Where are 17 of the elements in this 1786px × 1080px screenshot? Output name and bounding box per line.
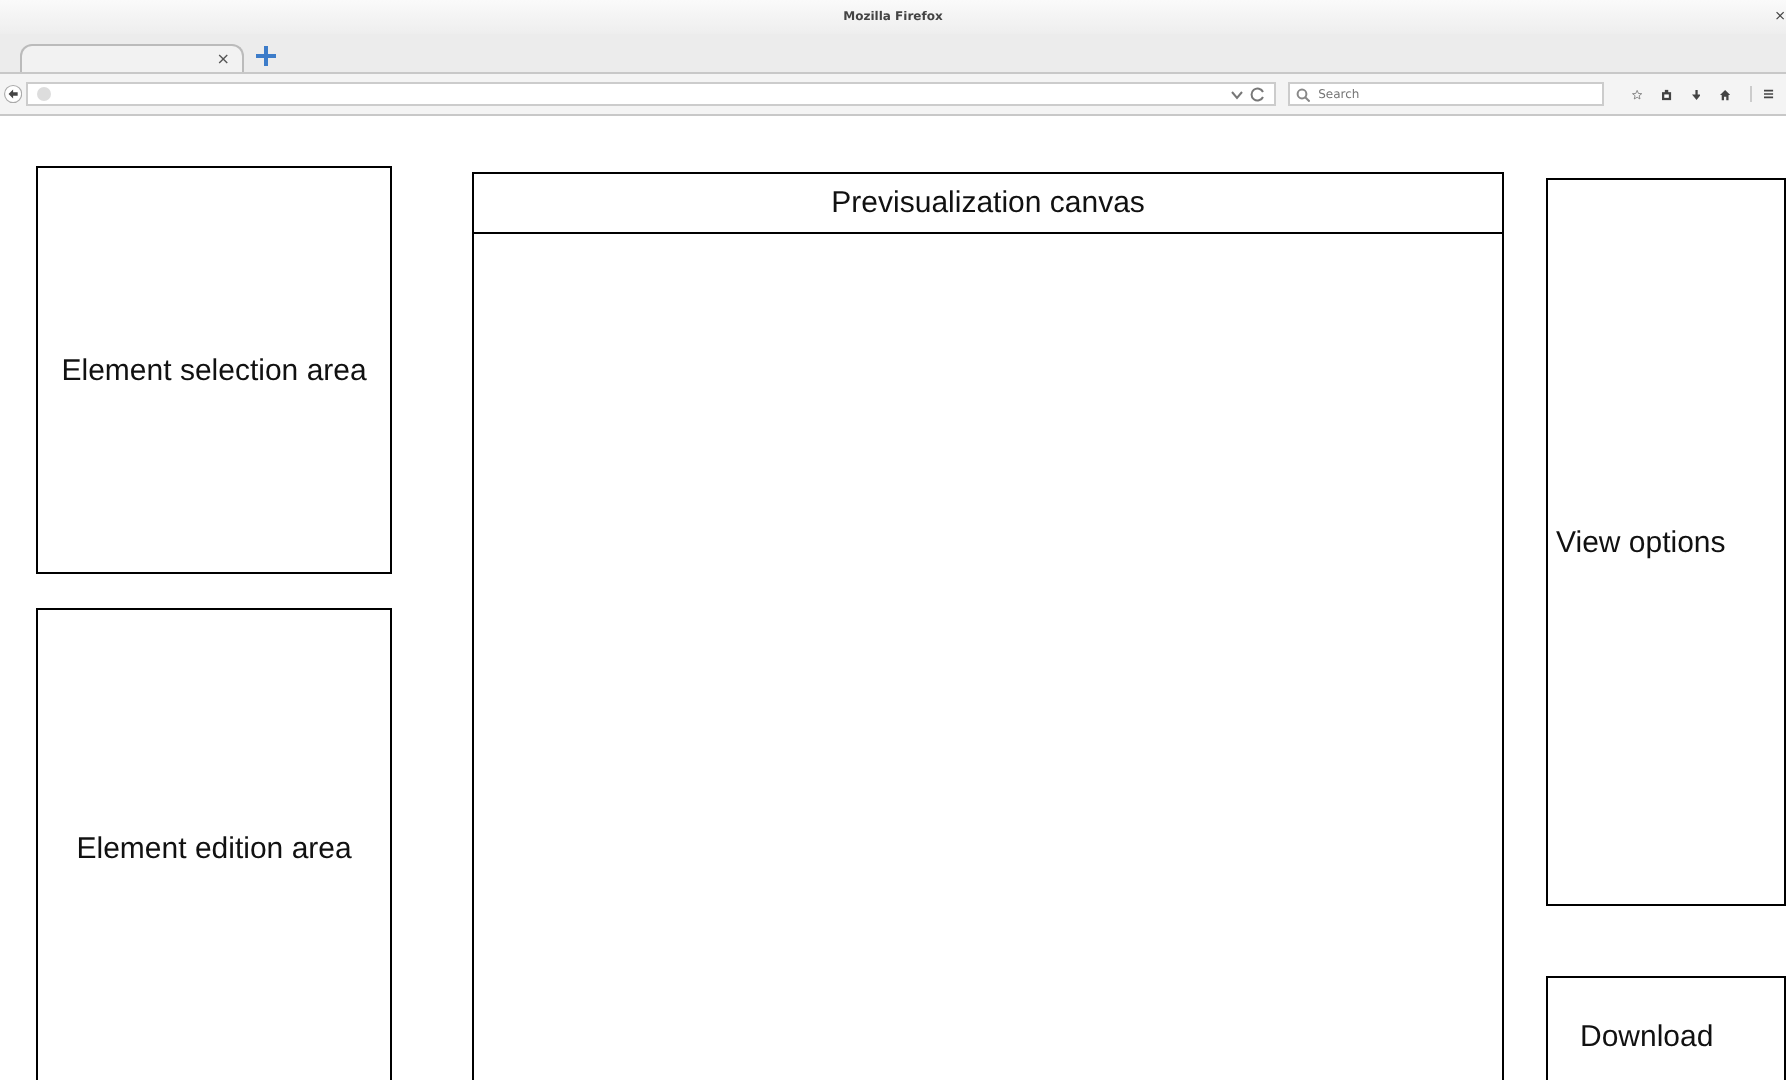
- new-tab-icon[interactable]: [256, 46, 276, 66]
- menu-icon[interactable]: [1750, 86, 1774, 102]
- tab-close-button[interactable]: ×: [216, 50, 230, 68]
- panel-label: Element selection area: [61, 353, 367, 387]
- dropdown-icon[interactable]: [1230, 89, 1245, 99]
- panel-label: Download: [1580, 1019, 1714, 1053]
- clipboard-icon[interactable]: [1662, 85, 1672, 103]
- reload-icon[interactable]: [1250, 86, 1267, 102]
- download-icon[interactable]: [1691, 85, 1701, 103]
- canvas-title: Previsualization canvas: [474, 174, 1502, 234]
- star-icon[interactable]: [1632, 85, 1643, 103]
- panel-label: Element edition area: [76, 831, 352, 865]
- browser-tab[interactable]: ×: [20, 44, 244, 72]
- search-icon: [1296, 87, 1311, 101]
- download-panel[interactable]: Download: [1546, 976, 1786, 1080]
- home-icon[interactable]: [1720, 85, 1731, 103]
- panel-label: View options: [1556, 525, 1726, 559]
